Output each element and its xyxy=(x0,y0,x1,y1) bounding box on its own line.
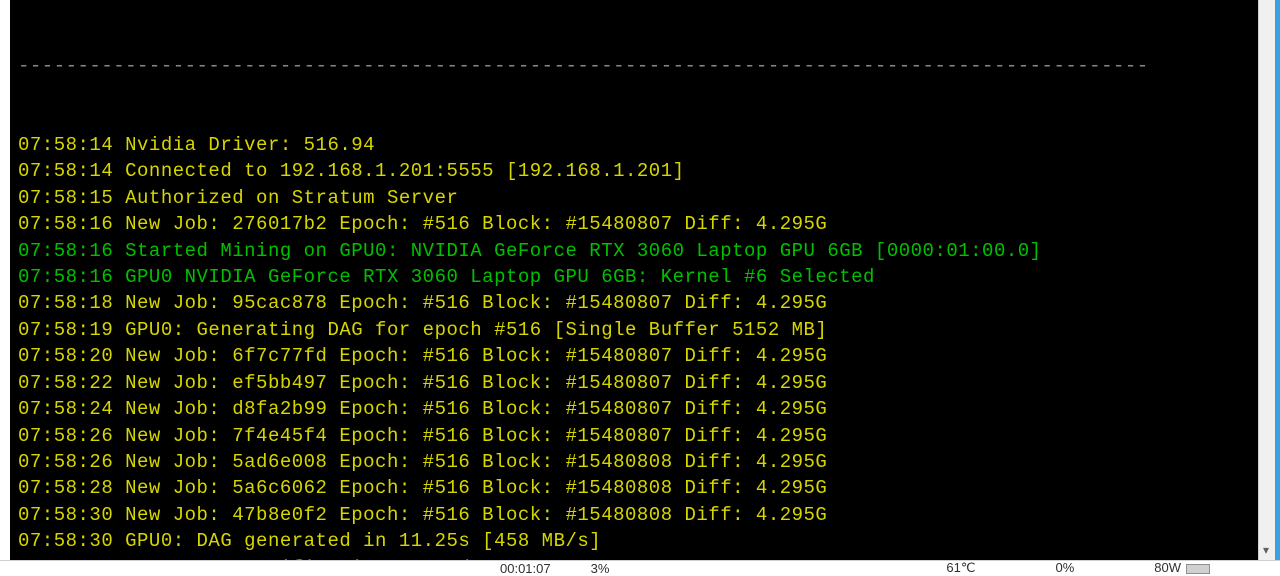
status-cpu: 3% xyxy=(591,561,610,576)
terminal-output[interactable]: ----------------------------------------… xyxy=(10,0,1258,560)
status-power: 80W xyxy=(1154,560,1210,576)
log-line: 07:58:16 Started Mining on GPU0: NVIDIA … xyxy=(18,238,1250,264)
status-bar: 00:01:07 3% 61℃ 0% 80W xyxy=(0,560,1280,575)
log-line: 07:58:18 New Job: 95cac878 Epoch: #516 B… xyxy=(18,290,1250,316)
scroll-down-arrow-icon[interactable]: ▾ xyxy=(1263,543,1269,558)
power-indicator-icon xyxy=(1186,564,1210,574)
log-line: 07:58:19 GPU0: Generating DAG for epoch … xyxy=(18,317,1250,343)
log-line: 07:58:22 New Job: ef5bb497 Epoch: #516 B… xyxy=(18,370,1250,396)
log-line: 07:58:16 New Job: 276017b2 Epoch: #516 B… xyxy=(18,211,1250,237)
log-line: 07:58:30 New Job: 47b8e0f2 Epoch: #516 B… xyxy=(18,502,1250,528)
terminal-window: ----------------------------------------… xyxy=(0,0,1280,560)
log-line: 07:58:20 New Job: 6f7c77fd Epoch: #516 B… xyxy=(18,343,1250,369)
log-line: 07:58:26 New Job: 7f4e45f4 Epoch: #516 B… xyxy=(18,423,1250,449)
log-line: 07:58:28 New Job: 5a6c6062 Epoch: #516 B… xyxy=(18,475,1250,501)
log-line: 07:58:14 Nvidia Driver: 516.94 xyxy=(18,132,1250,158)
log-line: 07:58:14 Connected to 192.168.1.201:5555… xyxy=(18,158,1250,184)
log-line: 07:58:16 GPU0 NVIDIA GeForce RTX 3060 La… xyxy=(18,264,1250,290)
window-edge xyxy=(1275,0,1280,560)
divider-line: ----------------------------------------… xyxy=(18,53,1250,79)
log-line: 07:58:26 New Job: 5ad6e008 Epoch: #516 B… xyxy=(18,449,1250,475)
status-time: 00:01:07 xyxy=(500,561,551,576)
status-mem: 0% xyxy=(1055,560,1074,576)
status-temp: 61℃ xyxy=(946,560,975,576)
log-line: 07:58:24 New Job: d8fa2b99 Epoch: #516 B… xyxy=(18,396,1250,422)
log-line: 07:58:30 GPU0: DAG generated in 11.25s [… xyxy=(18,528,1250,554)
log-line: 07:58:15 Authorized on Stratum Server xyxy=(18,185,1250,211)
